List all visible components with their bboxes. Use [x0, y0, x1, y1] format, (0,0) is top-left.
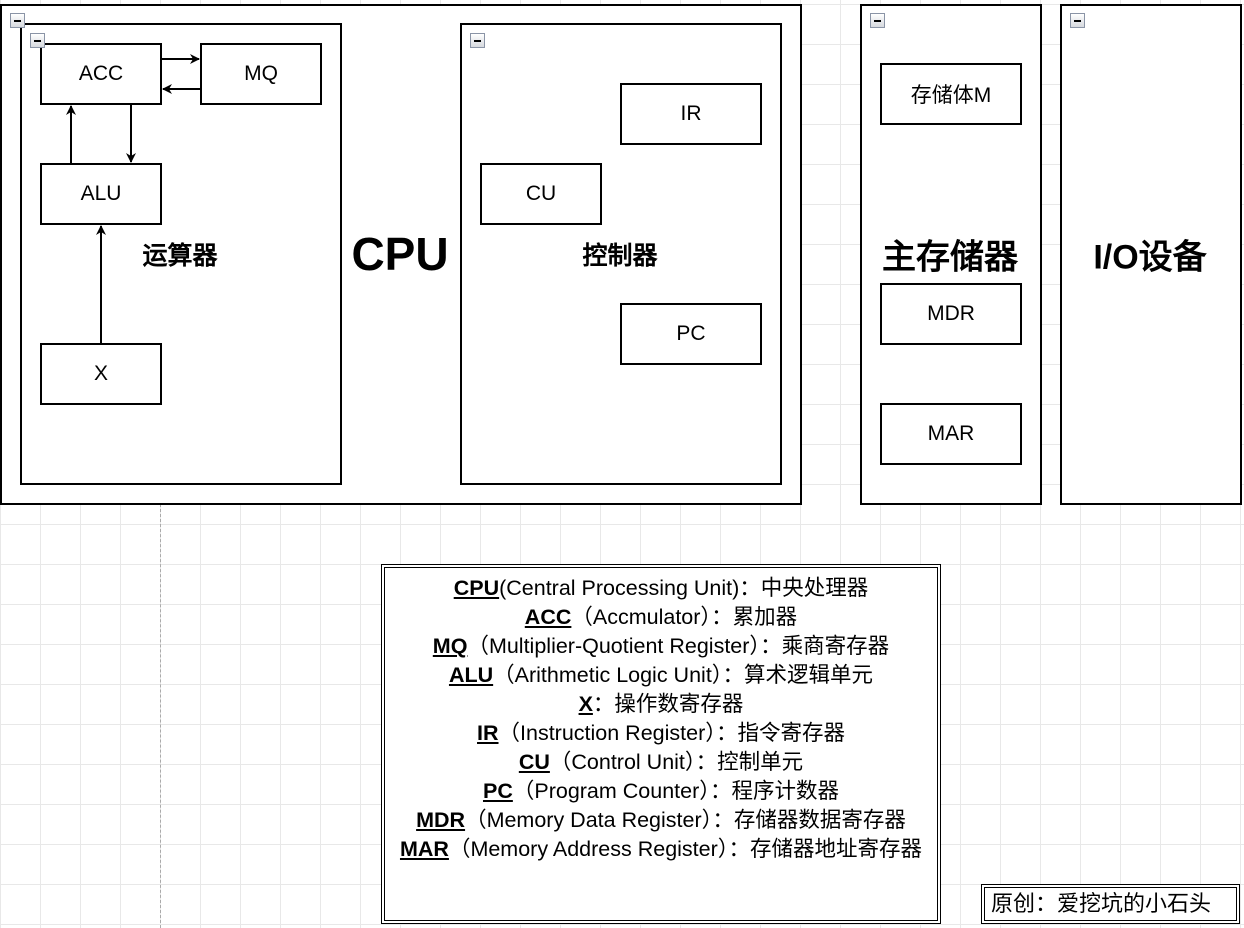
- legend-desc: （Accmulator）：累加器: [571, 605, 798, 629]
- legend-entry: X：操作数寄存器: [389, 690, 933, 719]
- legend-abbr: ALU: [448, 663, 494, 687]
- legend-desc: ：操作数寄存器: [592, 692, 744, 716]
- legend-entry: MDR（Memory Data Register）：存储器数据寄存器: [389, 806, 933, 835]
- legend-abbr: MQ: [432, 634, 468, 658]
- legend-desc: （Program Counter）：程序计数器: [512, 779, 840, 803]
- legend-desc: （Memory Address Register）：存储器地址寄存器: [448, 837, 923, 861]
- credit-label: 原创：爱挖坑的小石头: [981, 884, 1240, 924]
- legend-abbr: ACC: [524, 605, 572, 629]
- legend-desc: (Central Processing Unit)：中央处理器: [499, 576, 869, 600]
- legend-entry: IR（Instruction Register）：指令寄存器: [389, 719, 933, 748]
- legend-box: CPU(Central Processing Unit)：中央处理器 ACC（Ac…: [381, 564, 941, 924]
- legend-entry: MQ（Multiplier-Quotient Register）：乘商寄存器: [389, 632, 933, 661]
- legend-desc: （Instruction Register）：指令寄存器: [498, 721, 845, 745]
- legend-abbr: CU: [518, 750, 550, 774]
- legend-entry: CPU(Central Processing Unit)：中央处理器: [389, 574, 933, 603]
- legend-abbr: MDR: [416, 808, 466, 832]
- legend-abbr: X: [578, 692, 593, 716]
- legend-desc: （Arithmetic Logic Unit）：算术逻辑单元: [493, 663, 874, 687]
- legend-desc: （Multiplier-Quotient Register）：乘商寄存器: [467, 634, 890, 658]
- legend-entry: ALU（Arithmetic Logic Unit）：算术逻辑单元: [389, 661, 933, 690]
- legend-abbr: IR: [477, 721, 499, 745]
- legend-abbr: PC: [482, 779, 513, 803]
- legend-abbr: CPU: [453, 576, 500, 600]
- legend-entry: PC（Program Counter）：程序计数器: [389, 777, 933, 806]
- legend-entry: CU（Control Unit）：控制单元: [389, 748, 933, 777]
- legend-desc: （Control Unit）：控制单元: [549, 750, 804, 774]
- legend-desc: （Memory Data Register）：存储器数据寄存器: [465, 808, 906, 832]
- legend-entry: MAR（Memory Address Register）：存储器地址寄存器: [389, 835, 933, 864]
- legend-abbr: MAR: [399, 837, 449, 861]
- legend-entry: ACC（Accmulator）：累加器: [389, 603, 933, 632]
